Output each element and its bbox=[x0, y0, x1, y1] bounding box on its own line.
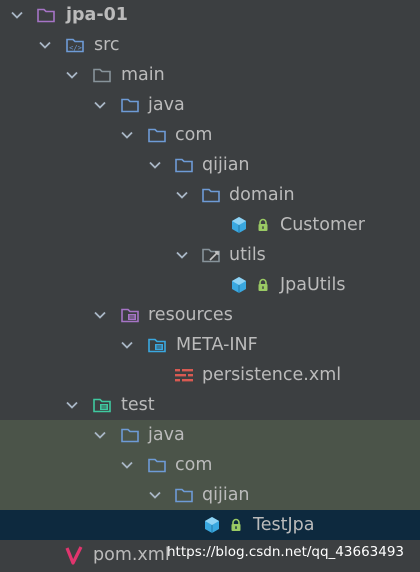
tree-label: persistence.xml bbox=[202, 365, 342, 385]
source-folder-icon bbox=[121, 98, 139, 113]
tree-label: resources bbox=[148, 305, 233, 325]
maven-icon bbox=[65, 546, 83, 565]
source-root-folder-icon: </> bbox=[66, 38, 84, 53]
tree-label: java bbox=[148, 95, 185, 115]
chevron-down-icon[interactable] bbox=[120, 458, 134, 472]
chevron-down-icon[interactable] bbox=[148, 158, 162, 172]
tree-row-customer[interactable]: Customer bbox=[0, 210, 420, 240]
chevron-down-icon[interactable] bbox=[65, 398, 79, 412]
tree-row-domain[interactable]: domain bbox=[0, 180, 420, 210]
tree-row-main-qijian[interactable]: qijian bbox=[0, 150, 420, 180]
resources-folder-icon bbox=[121, 308, 139, 323]
test-source-folder-icon bbox=[121, 428, 139, 443]
chevron-down-icon[interactable] bbox=[175, 188, 189, 202]
tree-row-utils[interactable]: utils bbox=[0, 240, 420, 270]
tree-row-src[interactable]: </> src bbox=[0, 30, 420, 60]
tree-row-test-qijian[interactable]: qijian bbox=[0, 480, 420, 510]
meta-inf-folder-icon bbox=[148, 338, 166, 353]
tree-row-meta-inf[interactable]: META-INF bbox=[0, 330, 420, 360]
package-folder-icon bbox=[148, 128, 166, 143]
tree-row-testjpa[interactable]: TestJpa bbox=[0, 510, 420, 540]
tree-label: domain bbox=[229, 185, 295, 205]
svg-text:</>: </> bbox=[69, 44, 82, 52]
module-folder-icon bbox=[37, 8, 55, 23]
tree-row-test[interactable]: test bbox=[0, 390, 420, 420]
project-tree: jpa-01 </> src main java com qijian doma… bbox=[0, 0, 420, 572]
lock-icon bbox=[258, 278, 268, 291]
chevron-down-icon[interactable] bbox=[93, 428, 107, 442]
tree-row-main[interactable]: main bbox=[0, 60, 420, 90]
class-icon bbox=[205, 517, 219, 533]
folder-icon bbox=[93, 68, 111, 83]
chevron-down-icon[interactable] bbox=[175, 248, 189, 262]
lock-icon bbox=[231, 518, 241, 531]
tree-row-persistence-xml[interactable]: persistence.xml bbox=[0, 360, 420, 390]
tree-label: com bbox=[175, 455, 213, 475]
chevron-down-icon[interactable] bbox=[38, 38, 52, 52]
tree-label: JpaUtils bbox=[280, 275, 346, 295]
class-icon bbox=[232, 277, 246, 293]
xml-file-icon bbox=[175, 369, 193, 382]
package-folder-icon bbox=[148, 458, 166, 473]
chevron-down-icon[interactable] bbox=[148, 488, 162, 502]
tree-label: Customer bbox=[280, 215, 366, 235]
tree-label: test bbox=[121, 395, 155, 415]
tree-label: src bbox=[94, 35, 120, 55]
watermark-text: https://blog.csdn.net/qq_43663493 bbox=[167, 544, 405, 560]
tree-row-jpautils[interactable]: JpaUtils bbox=[0, 270, 420, 300]
tree-row-main-com[interactable]: com bbox=[0, 120, 420, 150]
tree-label: qijian bbox=[202, 155, 250, 175]
package-folder-icon bbox=[202, 188, 220, 203]
tree-label: java bbox=[148, 425, 185, 445]
utils-folder-icon bbox=[202, 248, 220, 263]
tree-label: jpa-01 bbox=[66, 5, 128, 25]
tree-row-resources[interactable]: resources bbox=[0, 300, 420, 330]
tree-label: META-INF bbox=[176, 335, 258, 355]
tree-row-jpa-01[interactable]: jpa-01 bbox=[0, 0, 420, 30]
tree-label: com bbox=[175, 125, 213, 145]
chevron-down-icon[interactable] bbox=[10, 8, 24, 22]
chevron-down-icon[interactable] bbox=[120, 338, 134, 352]
tree-row-test-com[interactable]: com bbox=[0, 450, 420, 480]
tree-row-main-java[interactable]: java bbox=[0, 90, 420, 120]
lock-icon bbox=[258, 218, 268, 231]
package-folder-icon bbox=[175, 158, 193, 173]
chevron-down-icon[interactable] bbox=[65, 68, 79, 82]
tree-label: qijian bbox=[202, 485, 250, 505]
tree-label: TestJpa bbox=[253, 515, 315, 535]
tree-row-test-java[interactable]: java bbox=[0, 420, 420, 450]
chevron-down-icon[interactable] bbox=[93, 98, 107, 112]
chevron-down-icon[interactable] bbox=[120, 128, 134, 142]
tree-label: main bbox=[121, 65, 165, 85]
tree-label: pom.xml bbox=[93, 545, 170, 565]
chevron-down-icon[interactable] bbox=[93, 308, 107, 322]
tree-label: utils bbox=[229, 245, 266, 265]
test-folder-icon bbox=[93, 398, 111, 413]
package-folder-icon bbox=[175, 488, 193, 503]
class-icon bbox=[232, 217, 246, 233]
